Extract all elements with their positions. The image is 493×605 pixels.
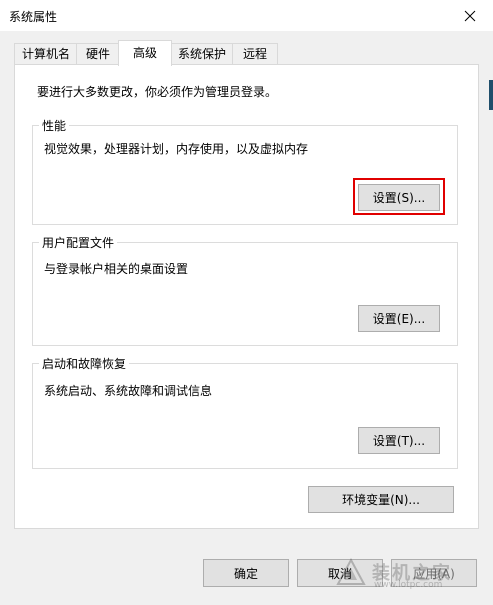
user-profiles-title: 用户配置文件 — [39, 234, 118, 251]
tab-system-protection[interactable]: 系统保护 — [170, 43, 234, 64]
tab-advanced[interactable]: 高级 — [118, 40, 172, 66]
title-bar: 系统属性 — [0, 0, 493, 31]
startup-recovery-group: 启动和故障恢复 系统启动、系统故障和调试信息 设置(T)... — [32, 355, 458, 469]
performance-group: 性能 视觉效果，处理器计划，内存使用，以及虚拟内存 设置(S)... — [32, 117, 458, 225]
performance-desc: 视觉效果，处理器计划，内存使用，以及虚拟内存 — [44, 142, 309, 156]
ok-button[interactable]: 确定 — [203, 559, 289, 587]
environment-variables-button[interactable]: 环境变量(N)... — [308, 486, 454, 513]
cancel-button[interactable]: 取消 — [297, 559, 383, 587]
apply-button[interactable]: 应用(A) — [391, 559, 477, 587]
performance-title: 性能 — [39, 117, 70, 134]
performance-settings-button[interactable]: 设置(S)... — [358, 184, 440, 211]
close-button[interactable] — [447, 0, 493, 31]
background-window-edge — [489, 80, 493, 110]
window-title: 系统属性 — [9, 10, 58, 24]
close-icon — [464, 10, 476, 21]
advanced-tab-panel: 要进行大多数更改，你必须作为管理员登录。 性能 视觉效果，处理器计划，内存使用，… — [14, 64, 479, 529]
startup-recovery-title: 启动和故障恢复 — [39, 355, 130, 372]
tab-hardware[interactable]: 硬件 — [76, 43, 120, 64]
startup-recovery-settings-button[interactable]: 设置(T)... — [358, 427, 440, 454]
system-properties-dialog: 系统属性 计算机名 硬件 高级 系统保护 远程 要进行大多数更改，你必须作为管理… — [0, 0, 493, 605]
user-profiles-settings-button[interactable]: 设置(E)... — [358, 305, 440, 332]
startup-recovery-desc: 系统启动、系统故障和调试信息 — [44, 384, 213, 398]
user-profiles-group: 用户配置文件 与登录帐户相关的桌面设置 设置(E)... — [32, 234, 458, 346]
tab-remote[interactable]: 远程 — [232, 43, 278, 64]
admin-note: 要进行大多数更改，你必须作为管理员登录。 — [37, 85, 278, 99]
tab-computer-name[interactable]: 计算机名 — [14, 43, 78, 64]
user-profiles-desc: 与登录帐户相关的桌面设置 — [44, 262, 189, 276]
